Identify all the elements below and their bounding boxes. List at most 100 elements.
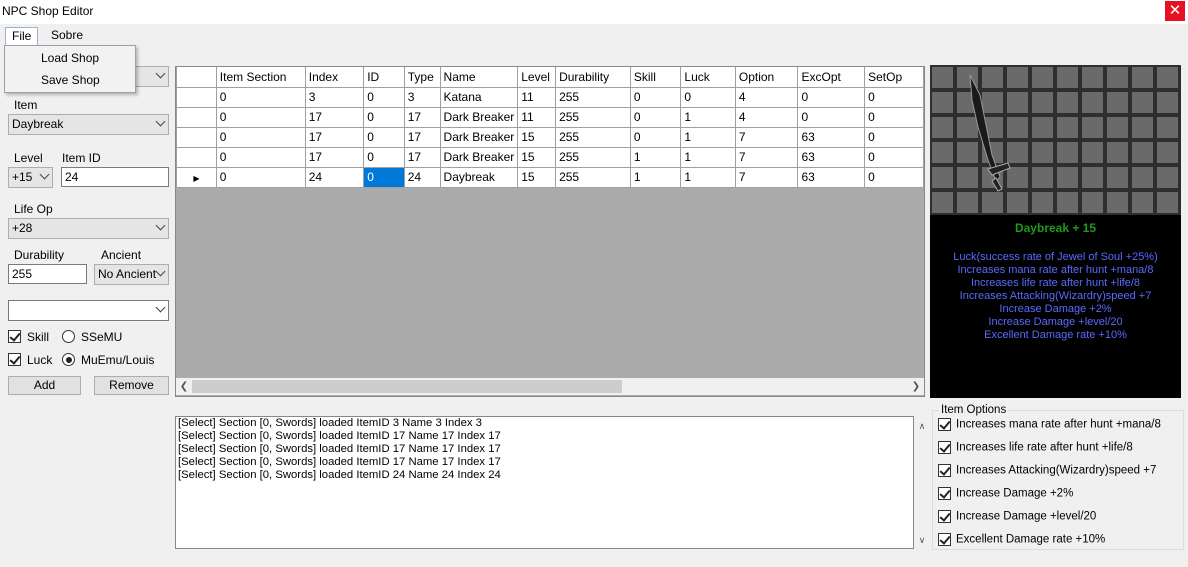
chevron-down-icon[interactable]: ∨ — [914, 532, 930, 549]
log-textbox[interactable]: [Select] Section [0, Swords] loaded Item… — [175, 416, 914, 549]
scrollbar-thumb[interactable] — [192, 380, 622, 393]
shop-items-grid[interactable]: Item Section Index ID Type Name Level Durabili… — [175, 66, 925, 397]
table-row[interactable]: 0 17 0 17 Dark Breaker 15 255 1 1 7 63 0 — [176, 146, 924, 168]
table-row[interactable]: 0 17 0 17 Dark Breaker 15 255 0 1 7 63 0 — [176, 126, 924, 148]
table-cell[interactable]: 24 — [304, 166, 365, 188]
table-cell[interactable]: Dark Breaker — [439, 106, 519, 128]
table-cell[interactable]: 3 — [304, 86, 365, 108]
row-header[interactable]: ▶ — [176, 166, 217, 188]
table-cell[interactable]: Katana — [439, 86, 519, 108]
option-checkbox[interactable] — [938, 464, 951, 477]
option-row[interactable]: Increase Damage +level/20 — [938, 510, 1096, 523]
remove-button[interactable]: Remove — [94, 376, 169, 395]
option-checkbox[interactable] — [938, 487, 951, 500]
column-header[interactable]: Option — [734, 67, 799, 88]
table-row[interactable]: ▶ 0 24 0 24 Daybreak 15 255 1 1 7 63 0 — [176, 166, 924, 188]
chevron-up-icon[interactable]: ∧ — [914, 418, 930, 435]
table-cell[interactable]: 0 — [215, 86, 306, 108]
table-cell[interactable]: 1 — [680, 106, 736, 128]
table-cell[interactable]: 15 — [517, 126, 557, 148]
option-checkbox[interactable] — [938, 418, 951, 431]
row-header[interactable] — [176, 106, 217, 128]
table-cell[interactable]: 17 — [403, 106, 441, 128]
table-cell[interactable]: 4 — [734, 86, 799, 108]
table-cell[interactable]: 11 — [517, 106, 557, 128]
table-cell[interactable]: 7 — [734, 126, 799, 148]
table-row[interactable]: 0 17 0 17 Dark Breaker 11 255 0 1 4 0 0 — [176, 106, 924, 128]
option-checkbox[interactable] — [938, 533, 951, 546]
chevron-left-icon[interactable]: ❮ — [176, 378, 192, 395]
table-cell[interactable]: 63 — [797, 166, 866, 188]
table-cell[interactable]: Daybreak — [439, 166, 519, 188]
menu-item-save-shop[interactable]: Save Shop — [41, 73, 100, 87]
column-header[interactable]: Level — [517, 67, 557, 88]
table-cell[interactable]: 0 — [363, 166, 405, 188]
table-cell[interactable]: 3 — [403, 86, 441, 108]
table-cell[interactable]: 17 — [304, 146, 365, 168]
table-cell[interactable]: 255 — [555, 166, 631, 188]
close-button[interactable]: ✕ — [1165, 1, 1185, 21]
table-cell[interactable]: 17 — [304, 126, 365, 148]
table-cell[interactable]: 0 — [215, 106, 306, 128]
table-cell[interactable]: 1 — [680, 146, 736, 168]
table-cell[interactable]: 0 — [215, 166, 306, 188]
table-cell[interactable]: 0 — [864, 106, 924, 128]
table-cell[interactable]: 1 — [680, 126, 736, 148]
skill-checkbox[interactable] — [8, 330, 21, 343]
column-header[interactable]: Type — [403, 67, 441, 88]
table-cell[interactable]: 0 — [629, 86, 682, 108]
column-header[interactable]: Skill — [629, 67, 682, 88]
column-header[interactable]: Name — [439, 67, 519, 88]
add-button[interactable]: Add — [8, 376, 81, 395]
table-cell[interactable]: 0 — [215, 126, 306, 148]
table-cell[interactable]: 0 — [864, 126, 924, 148]
durability-field[interactable]: 255 — [8, 264, 87, 284]
row-header[interactable] — [176, 86, 217, 108]
table-cell[interactable]: 0 — [864, 166, 924, 188]
option-checkbox[interactable] — [938, 441, 951, 454]
option-row[interactable]: Increases life rate after hunt +life/8 — [938, 441, 1133, 454]
table-cell[interactable]: 24 — [403, 166, 441, 188]
table-cell[interactable]: 0 — [797, 86, 866, 108]
table-cell[interactable]: 0 — [629, 126, 682, 148]
table-cell[interactable]: 7 — [734, 146, 799, 168]
row-header[interactable] — [176, 146, 217, 168]
item-id-field[interactable]: 24 — [61, 167, 169, 187]
table-cell[interactable]: 7 — [734, 166, 799, 188]
table-cell[interactable]: 0 — [629, 106, 682, 128]
ancient-combo[interactable]: No Ancient — [94, 264, 169, 285]
muemu-radio[interactable] — [62, 353, 75, 366]
table-cell[interactable]: 0 — [363, 126, 405, 148]
item-combo[interactable]: Daybreak — [8, 114, 169, 135]
table-cell[interactable]: 255 — [555, 126, 631, 148]
table-cell[interactable]: 0 — [215, 146, 306, 168]
column-header[interactable]: Item Section — [215, 67, 306, 88]
table-cell[interactable]: 15 — [517, 166, 557, 188]
table-cell[interactable]: 15 — [517, 146, 557, 168]
option-row[interactable]: Increases Attacking(Wizardry)speed +7 — [938, 464, 1156, 477]
option-checkbox[interactable] — [938, 510, 951, 523]
column-header[interactable]: ExcOpt — [797, 67, 866, 88]
level-combo[interactable]: +15 — [8, 167, 53, 188]
table-cell[interactable]: 17 — [403, 126, 441, 148]
life-op-combo[interactable]: +28 — [8, 218, 169, 239]
table-cell[interactable]: 0 — [363, 86, 405, 108]
grid-horizontal-scrollbar[interactable]: ❮ ❯ — [176, 378, 924, 395]
chevron-right-icon[interactable]: ❯ — [908, 378, 924, 395]
table-cell[interactable]: 255 — [555, 146, 631, 168]
column-header[interactable]: Index — [304, 67, 365, 88]
option-row[interactable]: Increases mana rate after hunt +mana/8 — [938, 418, 1161, 431]
column-header[interactable]: Luck — [680, 67, 736, 88]
column-header[interactable]: SetOp — [864, 67, 924, 88]
ssemu-radio[interactable] — [62, 330, 75, 343]
table-cell[interactable]: 255 — [555, 86, 631, 108]
column-header[interactable]: Durability — [555, 67, 631, 88]
table-cell[interactable]: 1 — [629, 166, 682, 188]
option-row[interactable]: Increase Damage +2% — [938, 487, 1073, 500]
menu-item-load-shop[interactable]: Load Shop — [41, 51, 99, 65]
option-row[interactable]: Excellent Damage rate +10% — [938, 533, 1105, 546]
table-cell[interactable]: 17 — [403, 146, 441, 168]
table-cell[interactable]: 1 — [629, 146, 682, 168]
table-cell[interactable]: 63 — [797, 126, 866, 148]
table-cell[interactable]: 0 — [363, 146, 405, 168]
